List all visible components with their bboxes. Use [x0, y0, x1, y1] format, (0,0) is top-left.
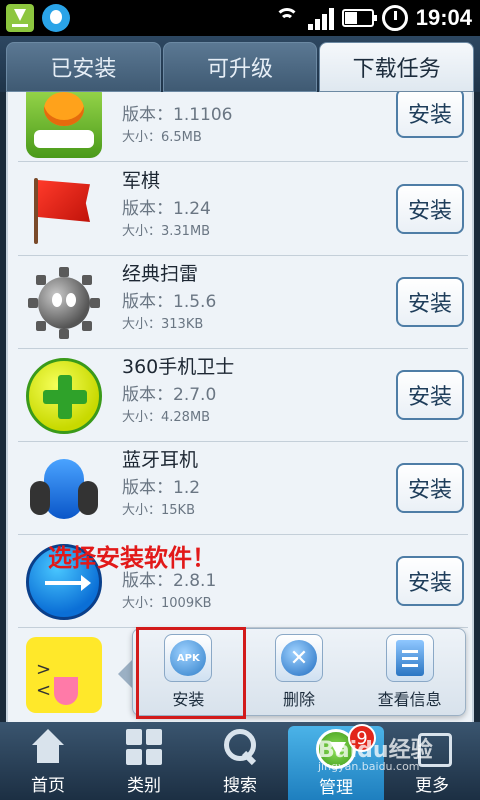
nav-home[interactable]: 首页 [0, 722, 96, 800]
flag-icon [26, 172, 102, 248]
tab-download-tasks[interactable]: 下载任务 [319, 42, 475, 92]
install-button[interactable]: 安装 [396, 463, 464, 513]
popup-arrow [118, 660, 132, 688]
download-notification-icon [6, 4, 34, 32]
nav-manage-label: 管理 [319, 777, 353, 798]
install-button[interactable]: 安装 [396, 184, 464, 234]
alarm-icon [381, 5, 408, 31]
list-item[interactable]: 蓝牙耳机 版本：1.2 大小：15KB 安装 [18, 443, 468, 535]
install-button[interactable]: 安装 [396, 92, 464, 138]
list-item[interactable]: 360手机卫士 版本：2.7.0 大小：4.28MB 安装 [18, 350, 468, 442]
nav-home-label: 首页 [31, 775, 65, 796]
status-time: 19:04 [415, 5, 472, 30]
popup-info-item[interactable]: 查看信息 [360, 634, 460, 710]
app-size: 大小：15KB [122, 503, 195, 518]
info-doc-icon [385, 634, 434, 682]
app-name: 经典扫雷 [122, 263, 199, 285]
nav-more-label: 更多 [415, 775, 449, 796]
install-button[interactable]: 安装 [396, 556, 464, 606]
battery-icon [341, 9, 377, 27]
app-size: 大小：1009KB [122, 596, 212, 611]
app-version: 版本：1.5.6 [122, 292, 217, 312]
app-version: 版本：1.24 [122, 199, 211, 219]
watermark-url: jingyan.baidu.com [318, 760, 420, 773]
app-name: 蓝牙耳机 [122, 449, 199, 471]
grid-icon [124, 727, 164, 767]
tab-upgradable[interactable]: 可升级 [162, 42, 318, 92]
360-shield-icon [26, 358, 102, 434]
app-size: 大小：3.31MB [122, 224, 211, 239]
emoji-face-icon: >< [26, 637, 102, 713]
minesweeper-icon [26, 265, 102, 341]
app-size: 大小：313KB [122, 317, 204, 332]
home-icon [28, 727, 68, 767]
nav-search-label: 搜索 [223, 775, 257, 796]
qq-notification-icon [42, 4, 70, 32]
delete-icon: ✕ [274, 634, 323, 682]
wifi-icon [274, 6, 300, 30]
tab-bar: 已安装 可升级 下载任务 [0, 36, 480, 92]
popup-delete-item[interactable]: ✕ 删除 [249, 634, 349, 710]
app-size: 大小：4.28MB [122, 410, 211, 425]
app-name: 360手机卫士 [122, 356, 235, 378]
app-window: 19:04 已安装 可升级 下载任务 版本：1.1106 大小：6.5MB 安装… [0, 0, 480, 800]
bluetooth-headset-icon [26, 451, 102, 527]
tab-installed[interactable]: 已安装 [6, 42, 161, 92]
nav-search[interactable]: 搜索 [192, 722, 288, 800]
app-version: 版本：1.1106 [122, 105, 233, 125]
popup-delete-label: 删除 [282, 690, 315, 709]
popup-info-label: 查看信息 [377, 690, 442, 709]
search-icon [220, 727, 260, 767]
highlight-box [136, 627, 246, 719]
status-bar: 19:04 [0, 0, 480, 36]
signal-icon [307, 6, 334, 30]
nav-category[interactable]: 类别 [96, 722, 192, 800]
annotation-text: 选择安装软件！ [48, 544, 216, 572]
nav-category-label: 类别 [127, 775, 161, 796]
game-icon [26, 92, 102, 158]
list-item[interactable]: 军棋 版本：1.24 大小：3.31MB 安装 [18, 164, 468, 256]
app-version: 版本：2.7.0 [122, 385, 217, 405]
app-version: 版本：1.2 [122, 478, 201, 498]
list-item[interactable]: 经典扫雷 版本：1.5.6 大小：313KB 安装 [18, 257, 468, 349]
install-button[interactable]: 安装 [396, 277, 464, 327]
install-button[interactable]: 安装 [396, 370, 464, 420]
list-item[interactable]: 版本：1.1106 大小：6.5MB 安装 [18, 92, 468, 162]
app-size: 大小：6.5MB [122, 130, 202, 145]
app-name: 军棋 [122, 170, 161, 192]
